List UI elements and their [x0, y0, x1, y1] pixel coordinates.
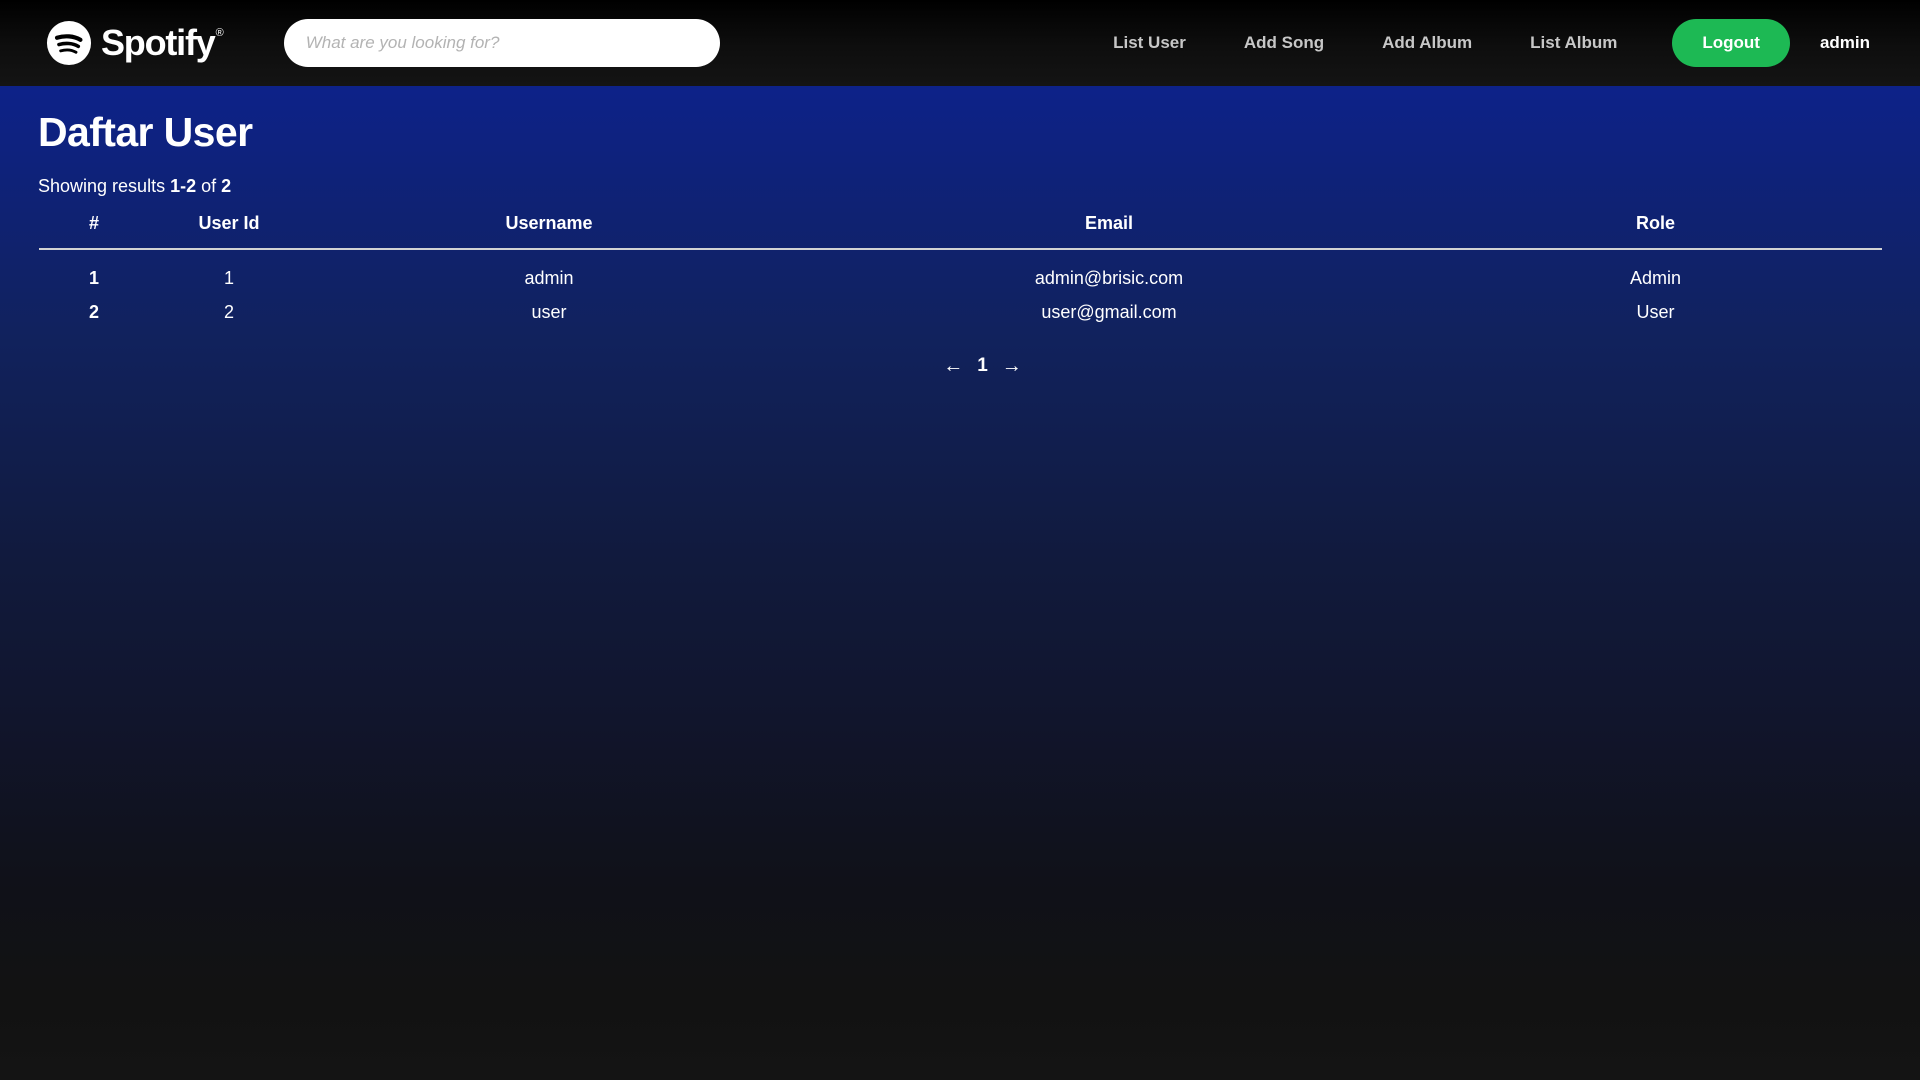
- table-row: 1 1 admin admin@brisic.com Admin: [39, 249, 1882, 295]
- nav-item-add-song[interactable]: Add Song: [1215, 0, 1353, 86]
- results-total: 2: [221, 176, 232, 196]
- user-table: # User Id Username Email Role 1 1 admin …: [39, 209, 1882, 329]
- results-summary: Showing results 1-2 of 2: [38, 176, 1920, 197]
- registered-trademark-icon: ®: [215, 27, 224, 39]
- table-header-row: # User Id Username Email Role: [39, 209, 1882, 250]
- column-header-role: Role: [1429, 209, 1882, 250]
- table-head: # User Id Username Email Role: [39, 209, 1882, 250]
- results-middle: of: [196, 176, 222, 196]
- page-title: Daftar User: [38, 109, 253, 155]
- cell-role: User: [1636, 302, 1675, 322]
- nav-links: List User Add Song Add Album List Album …: [1084, 0, 1920, 86]
- nav-item-list-album[interactable]: List Album: [1501, 0, 1646, 86]
- pagination-prev-arrow-icon[interactable]: ←: [943, 356, 963, 376]
- column-header-email: Email: [789, 209, 1429, 250]
- search-input[interactable]: [283, 19, 720, 67]
- main-content: Daftar User Showing results 1-2 of 2 # U…: [0, 86, 1920, 376]
- cell-username: user: [531, 302, 567, 322]
- cell-index: 1: [88, 268, 99, 288]
- cell-index: 2: [88, 302, 99, 322]
- cell-user-id: 2: [223, 302, 234, 322]
- user-table-container: # User Id Username Email Role 1 1 admin …: [39, 209, 1882, 329]
- column-header-user-id: User Id: [149, 209, 309, 250]
- brand-name: Spotify: [101, 22, 216, 63]
- nav-item-add-album[interactable]: Add Album: [1353, 0, 1501, 86]
- column-header-username: Username: [309, 209, 789, 250]
- pagination-page-1[interactable]: 1: [977, 356, 988, 376]
- cell-email: admin@brisic.com: [1034, 268, 1184, 288]
- results-range: 1-2: [170, 176, 197, 196]
- cell-user-id: 1: [223, 268, 234, 288]
- nav-item-list-user[interactable]: List User: [1084, 0, 1215, 86]
- table-row: 2 2 user user@gmail.com User: [39, 295, 1882, 329]
- column-header-index: #: [39, 209, 149, 250]
- spotify-logo-icon: [46, 20, 92, 66]
- pagination: ← 1 →: [0, 356, 1920, 377]
- page-root: Spotify ® List User Add Song Add Album L…: [0, 0, 1920, 1080]
- top-navbar: Spotify ® List User Add Song Add Album L…: [0, 0, 1920, 86]
- brand-home-link[interactable]: Spotify ®: [46, 14, 224, 72]
- pagination-next-arrow-icon[interactable]: →: [1002, 356, 1022, 376]
- cell-role: Admin: [1629, 268, 1682, 288]
- logout-button[interactable]: Logout: [1672, 19, 1790, 67]
- brand-wordmark: Spotify ®: [101, 23, 224, 63]
- search-container: [283, 19, 720, 67]
- table-body: 1 1 admin admin@brisic.com Admin 2 2 use…: [39, 249, 1882, 329]
- current-user-label: admin: [1819, 33, 1870, 52]
- cell-email: user@gmail.com: [1041, 302, 1177, 322]
- cell-username: admin: [524, 268, 574, 288]
- results-prefix: Showing results: [38, 176, 171, 196]
